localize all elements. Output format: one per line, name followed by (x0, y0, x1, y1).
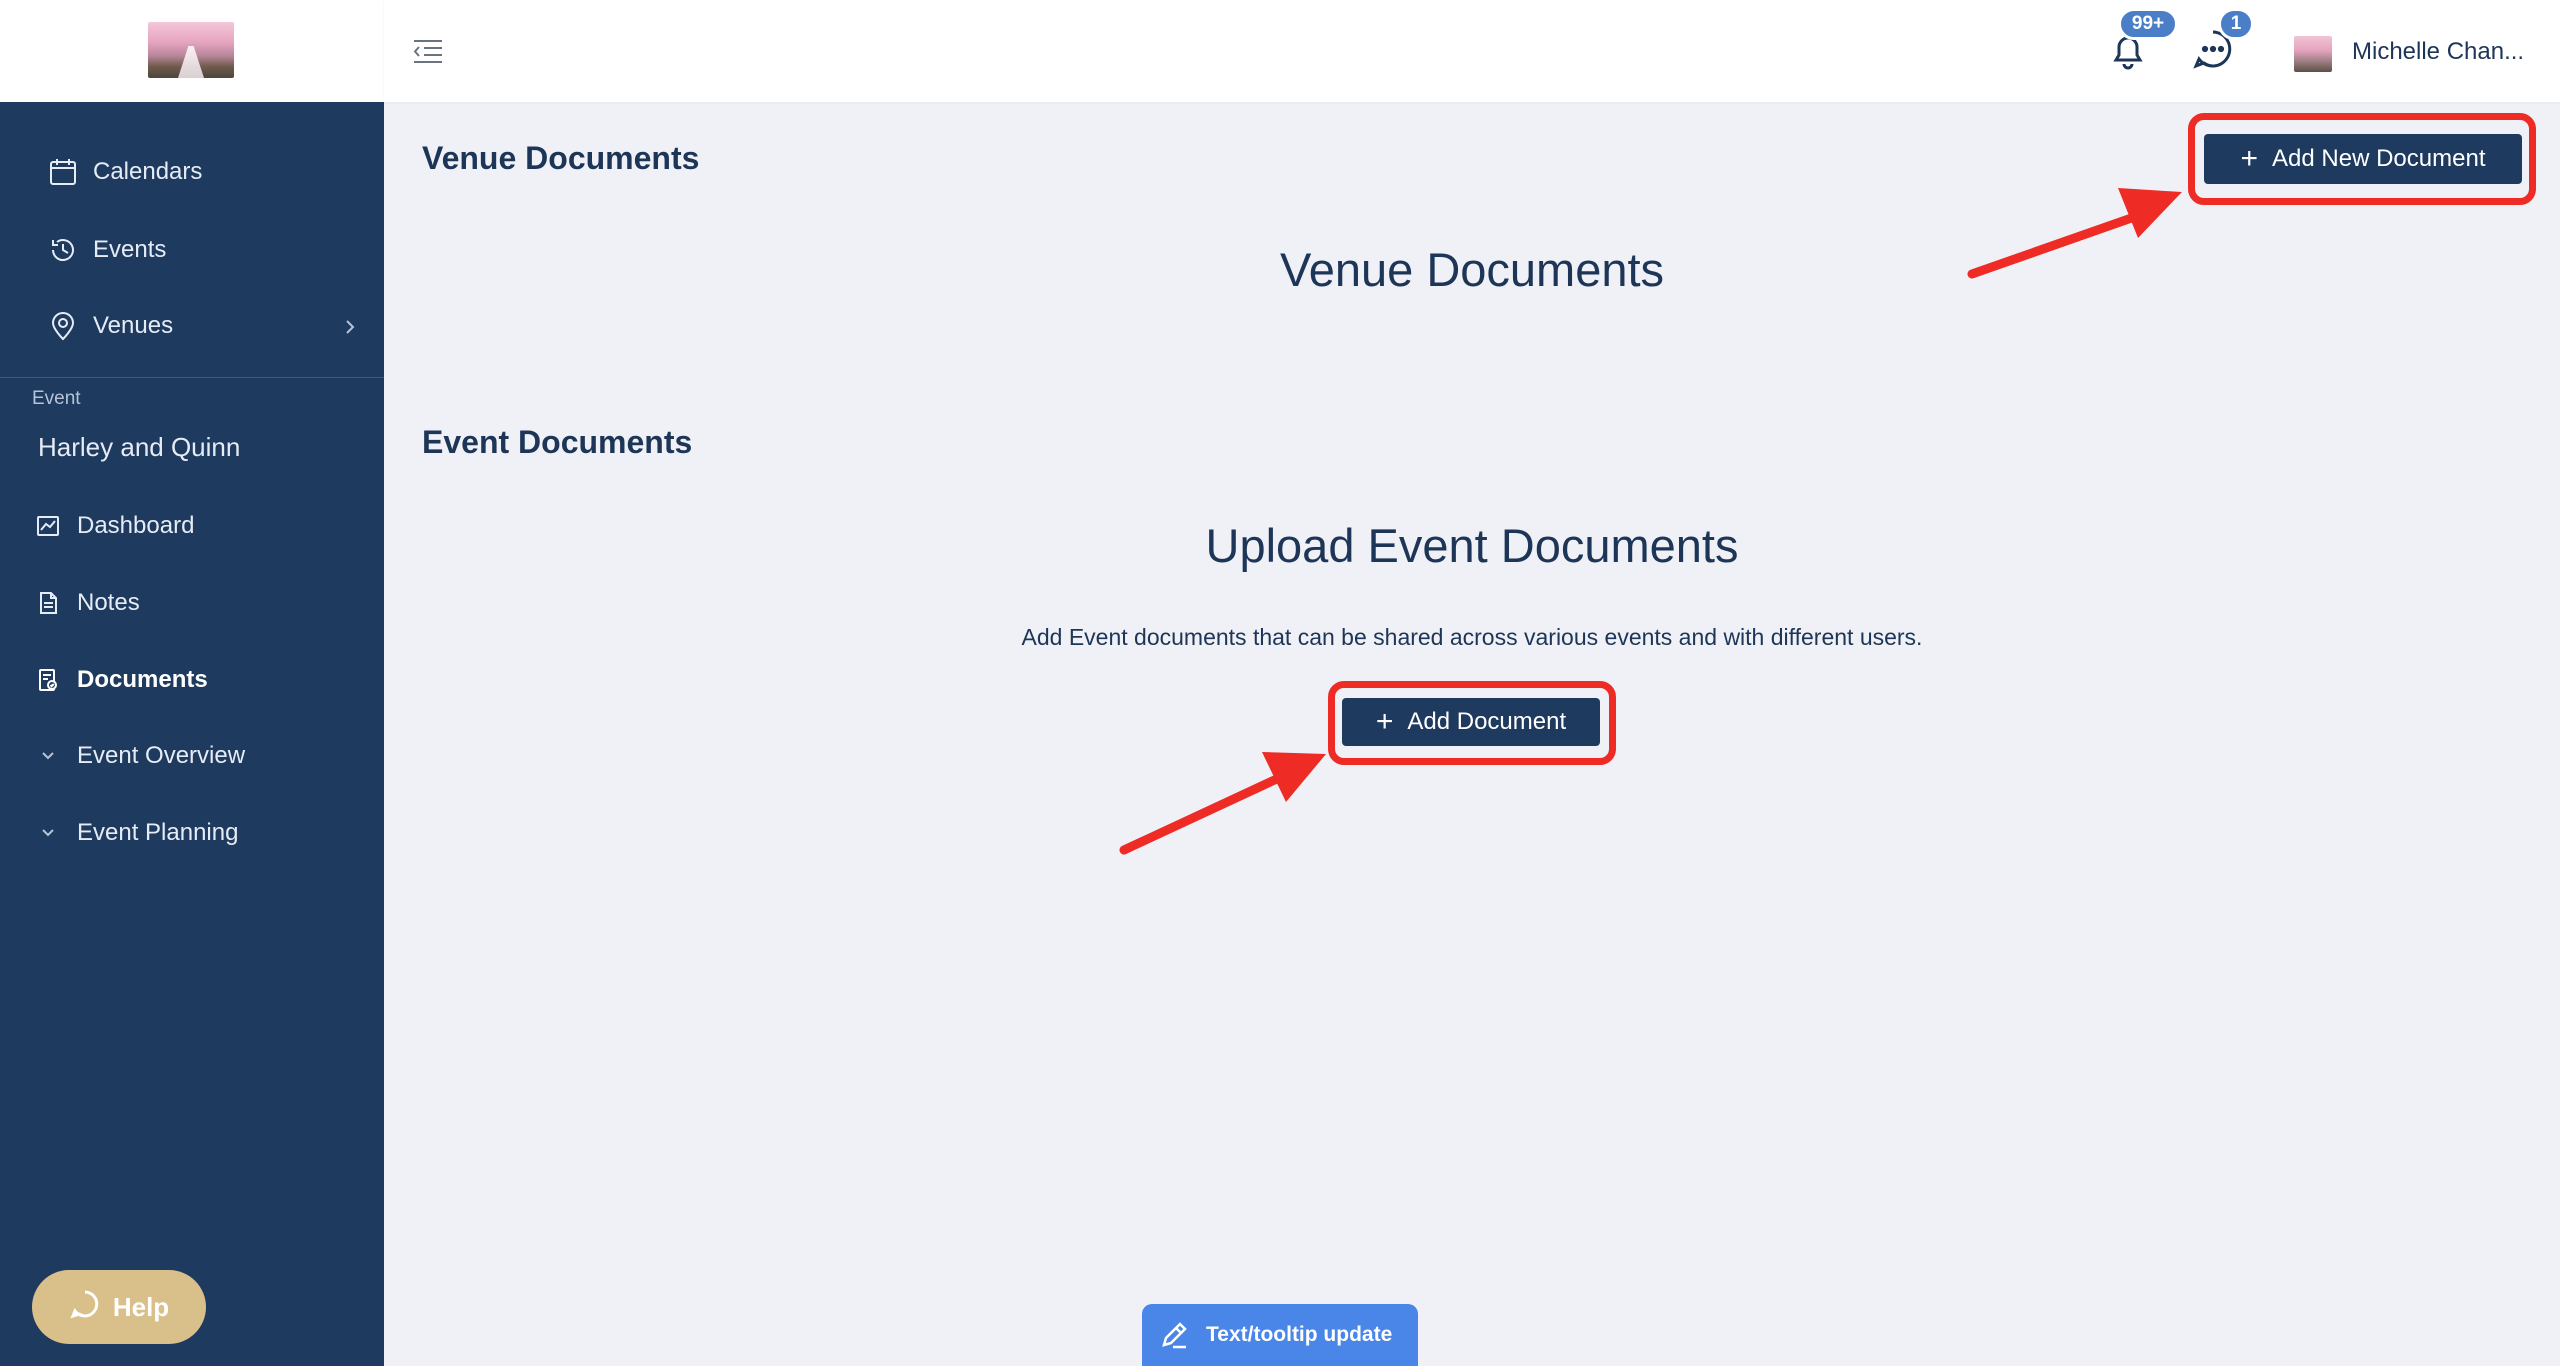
section-label: Event (32, 388, 81, 409)
upload-event-documents-heading: Upload Event Documents (1205, 519, 1739, 572)
sidebar-item-label: Event Planning (77, 819, 239, 846)
sidebar-item-label: Dashboard (77, 512, 195, 539)
sidebar-item-label: Calendars (93, 158, 203, 185)
map-pin-icon (47, 310, 79, 342)
upload-description: Add Event documents that can be shared a… (1021, 624, 1923, 650)
message-badge: 1 (2218, 8, 2254, 40)
arrow-to-add-document (1119, 752, 1326, 855)
chevron-down-icon (35, 820, 61, 846)
notification-badge: 99+ (2118, 8, 2178, 40)
sidebar: Calendars Events Venues Event Harley and (0, 0, 384, 1366)
sidebar-item-dashboard[interactable]: Dashboard (0, 494, 384, 558)
sidebar-divider (0, 377, 384, 378)
sidebar-item-event-planning[interactable]: Event Planning (0, 801, 384, 865)
sidebar-item-label: Venues (93, 312, 174, 339)
sidebar-item-notes[interactable]: Notes (0, 571, 384, 635)
sidebar-item-documents[interactable]: Documents (0, 648, 384, 712)
chart-icon (35, 513, 61, 539)
top-header: 99+ 1 Michelle Chan... (384, 0, 2560, 102)
event-documents-title: Event Documents (422, 424, 693, 460)
sidebar-item-label: Event Overview (77, 742, 246, 769)
sidebar-item-calendars[interactable]: Calendars (0, 140, 384, 204)
logo-area (0, 0, 384, 102)
sidebar-item-event-overview[interactable]: Event Overview (0, 724, 384, 788)
sidebar-item-label: Events (93, 236, 167, 263)
avatar[interactable] (2294, 36, 2332, 72)
text-tooltip-update-button[interactable]: Text/tooltip update (1142, 1304, 1418, 1366)
highlight-box-add-new-document (2188, 113, 2536, 205)
venue-documents-title: Venue Documents (422, 140, 700, 176)
chat-bubble-icon (69, 1288, 101, 1327)
calendar-icon (47, 156, 79, 188)
sidebar-item-venues[interactable]: Venues (0, 294, 384, 358)
tooltip-bar-label: Text/tooltip update (1206, 1323, 1393, 1346)
venue-documents-heading: Venue Documents (1279, 243, 1665, 296)
chevron-down-icon (35, 743, 61, 769)
annotation-arrows (1119, 188, 2182, 855)
collapse-sidebar-icon[interactable] (412, 36, 444, 68)
highlight-box-add-document (1328, 681, 1616, 765)
sidebar-item-events[interactable]: Events (0, 218, 384, 282)
help-label: Help (112, 1291, 170, 1322)
document-icon (35, 667, 61, 693)
user-name[interactable]: Michelle Chan... (2352, 38, 2532, 66)
sidebar-item-label: Documents (77, 666, 208, 693)
help-button[interactable]: Help (32, 1270, 206, 1344)
logo-image[interactable] (148, 22, 234, 78)
note-icon (35, 590, 61, 616)
chevron-right-icon (342, 316, 358, 344)
sidebar-item-label: Notes (77, 589, 140, 616)
history-icon (47, 234, 79, 266)
event-name[interactable]: Harley and Quinn (38, 432, 240, 463)
pencil-icon (1158, 1319, 1190, 1351)
